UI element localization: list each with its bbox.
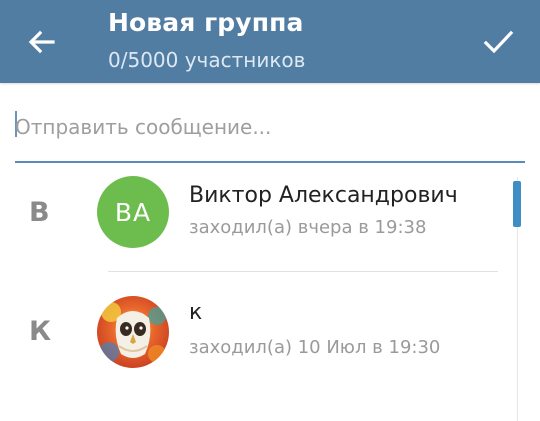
avatar-initials: ВА xyxy=(114,197,152,227)
contact-status: заходил(а) вчера в 19:38 xyxy=(189,217,427,238)
app-header: Новая группа 0/5000 участников xyxy=(0,0,540,83)
owl-avatar-image xyxy=(97,296,169,368)
contact-name: к xyxy=(189,300,203,325)
checkmark-icon[interactable] xyxy=(478,22,518,62)
search-input[interactable] xyxy=(15,107,515,147)
contact-row[interactable]: В ВА Виктор Александрович заходил(а) вче… xyxy=(0,165,515,265)
participant-count: 0/5000 участников xyxy=(108,48,306,72)
contact-row[interactable]: К к заходил(а) 10 Июл в 19:30 xyxy=(0,282,515,382)
section-letter: В xyxy=(29,197,50,228)
search-underline xyxy=(15,161,525,163)
contact-name: Виктор Александрович xyxy=(189,183,458,208)
search-field[interactable] xyxy=(15,97,525,163)
scrollbar-thumb[interactable] xyxy=(513,181,521,227)
section-letter: К xyxy=(29,316,52,347)
avatar xyxy=(97,296,169,368)
arrow-back-icon[interactable] xyxy=(22,22,62,62)
contact-status: заходил(а) 10 Июл в 19:30 xyxy=(189,337,441,358)
list-divider xyxy=(108,271,498,272)
avatar: ВА xyxy=(97,176,169,248)
page-title: Новая группа xyxy=(108,8,304,37)
